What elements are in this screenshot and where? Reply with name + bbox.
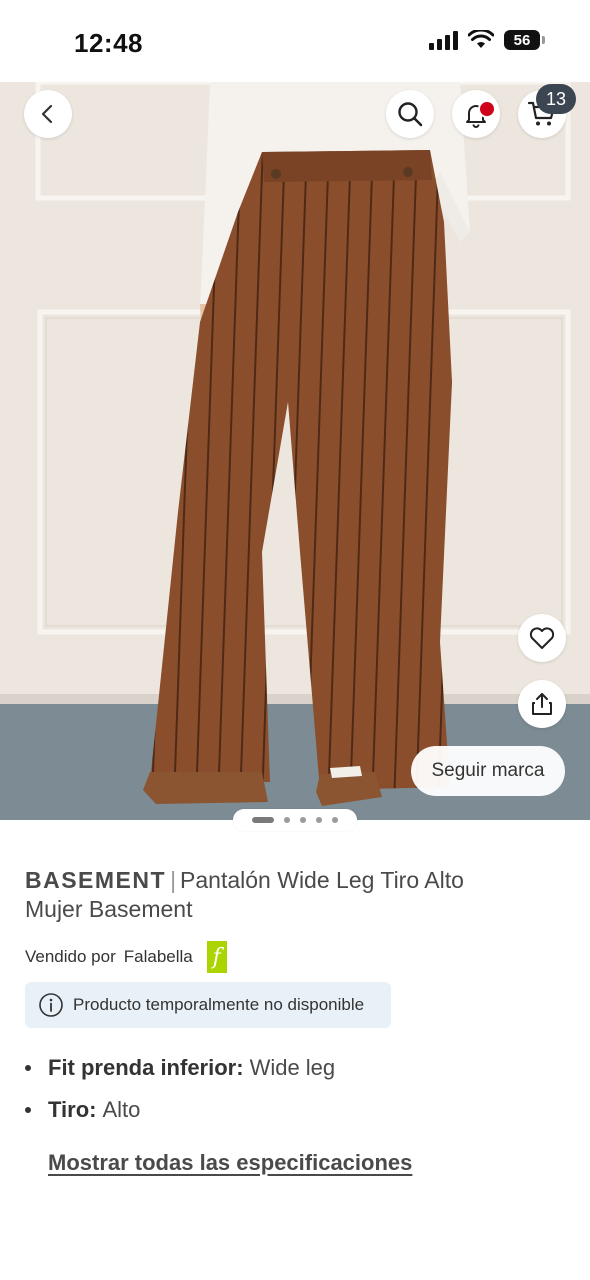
spec-value: Alto bbox=[102, 1097, 141, 1122]
carousel-dot[interactable] bbox=[252, 817, 274, 823]
back-icon bbox=[41, 104, 53, 124]
status-bar: 12:48 56 bbox=[0, 0, 590, 82]
wifi-icon bbox=[468, 30, 494, 48]
bullet bbox=[25, 1107, 31, 1113]
carousel-indicator[interactable] bbox=[233, 809, 357, 831]
back-button[interactable] bbox=[24, 90, 72, 138]
search-icon bbox=[398, 102, 423, 127]
spec-item: Tiro: Alto bbox=[25, 1095, 335, 1125]
spec-item: Fit prenda inferior: Wide leg bbox=[25, 1053, 335, 1083]
product-name-line1: Pantalón Wide Leg Tiro Alto bbox=[180, 867, 464, 893]
product-name-line2: Mujer Basement bbox=[25, 896, 193, 922]
spec-value: Wide leg bbox=[249, 1055, 336, 1080]
carousel-dot[interactable] bbox=[316, 817, 322, 823]
product-photo bbox=[0, 82, 590, 820]
share-icon bbox=[532, 693, 552, 715]
falabella-logo-icon: f bbox=[206, 941, 227, 973]
carousel-dot[interactable] bbox=[284, 817, 290, 823]
heart-icon bbox=[529, 627, 555, 649]
show-all-specs-link[interactable]: Mostrar todas las especificaciones bbox=[48, 1150, 412, 1176]
brand-name[interactable]: BASEMENT bbox=[25, 867, 166, 893]
search-button[interactable] bbox=[386, 90, 434, 138]
seller-info: Vendido por Falabella f bbox=[25, 941, 227, 973]
battery-icon: 56 bbox=[504, 30, 545, 50]
title-separator: | bbox=[170, 867, 177, 893]
signal-icon bbox=[429, 30, 458, 50]
spec-label: Fit prenda inferior: bbox=[48, 1055, 244, 1080]
availability-text: Producto temporalmente no disponible bbox=[73, 995, 365, 1014]
availability-alert: Producto temporalmente no disponible bbox=[25, 982, 391, 1028]
info-icon bbox=[39, 993, 63, 1017]
favorite-button[interactable] bbox=[518, 614, 566, 662]
status-icons: 56 bbox=[429, 30, 545, 50]
follow-brand-button[interactable]: Seguir marca bbox=[411, 746, 565, 796]
status-time: 12:48 bbox=[74, 28, 143, 58]
cart-count-badge: 13 bbox=[536, 84, 576, 114]
spec-list: Fit prenda inferior: Wide leg Tiro: Alto bbox=[25, 1053, 335, 1137]
share-button[interactable] bbox=[518, 680, 566, 728]
bullet bbox=[25, 1065, 31, 1071]
battery-level: 56 bbox=[513, 31, 531, 49]
notification-dot bbox=[478, 100, 496, 118]
spec-label: Tiro: bbox=[48, 1097, 97, 1122]
carousel-dot[interactable] bbox=[332, 817, 338, 823]
product-image[interactable] bbox=[0, 82, 590, 820]
carousel-dot[interactable] bbox=[300, 817, 306, 823]
seller-name: Falabella bbox=[123, 947, 193, 966]
seller-label: Vendido por bbox=[25, 947, 116, 966]
product-title: BASEMENT | Pantalón Wide Leg Tiro Alto Muj… bbox=[25, 866, 545, 924]
